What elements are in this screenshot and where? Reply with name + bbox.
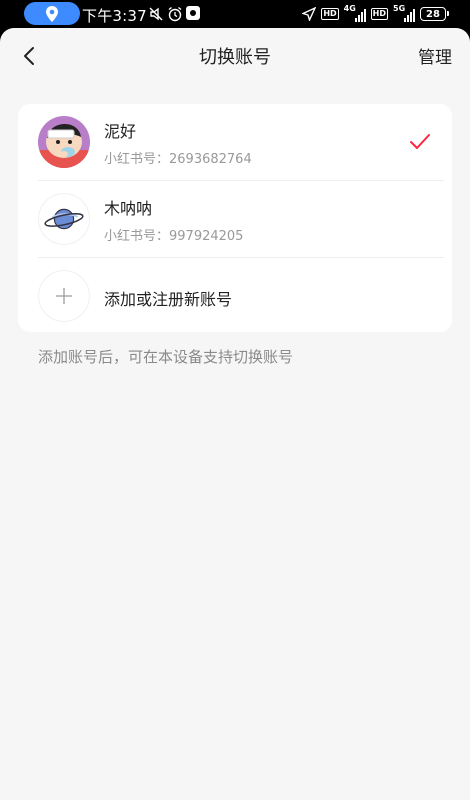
mute-icon: [149, 7, 163, 21]
checkmark-icon: [410, 134, 430, 149]
app-notification-icon: [186, 6, 200, 20]
location-indicator[interactable]: [24, 2, 80, 25]
status-right-group: HD 4G HD 5G 28: [302, 4, 449, 24]
location-pin-icon: [46, 5, 58, 22]
top-navigation: 切换账号 管理: [0, 28, 470, 86]
signal-4g: 4G: [344, 4, 366, 22]
account-id: 小红书号：997924205: [104, 229, 244, 244]
alarm-icon: [168, 6, 182, 22]
add-account-circle: [38, 270, 90, 322]
account-list-card: 泥好 小红书号：2693682764 木呐呐 小红书号：997924205 添加…: [18, 104, 452, 332]
add-account-button[interactable]: 添加或注册新账号: [18, 258, 452, 334]
account-item[interactable]: 泥好 小红书号：2693682764: [18, 104, 452, 180]
hint-text: 添加账号后，可在本设备支持切换账号: [38, 348, 294, 366]
avatar: [38, 193, 90, 245]
page-title: 切换账号: [199, 47, 271, 68]
signal-bars-icon: [354, 9, 366, 22]
hd-badge-2: HD: [370, 8, 388, 20]
signal-bars-icon: [404, 9, 415, 22]
battery-level: 28: [426, 8, 440, 20]
add-account-label: 添加或注册新账号: [104, 290, 233, 309]
manage-button[interactable]: 管理: [418, 43, 452, 68]
app-screen: 切换账号 管理 泥好 小红书号：2693682764 木呐呐 小红书号：9979…: [0, 28, 470, 800]
avatar: [38, 116, 90, 168]
status-time: 下午3:37: [82, 7, 147, 25]
status-bar: 下午3:37 HD 4G HD 5G 28: [0, 0, 470, 28]
account-name: 泥好: [104, 122, 137, 141]
hd-badge-1: HD: [321, 8, 339, 20]
plus-icon: [56, 288, 72, 304]
navigation-arrow-icon: [302, 7, 317, 21]
battery-icon: 28: [420, 7, 449, 21]
signal-5g: 5G: [393, 4, 415, 22]
account-id: 小红书号：2693682764: [104, 152, 252, 167]
cartoon-avatar-icon: [38, 116, 90, 168]
planet-avatar-icon: [44, 208, 84, 230]
account-item[interactable]: 木呐呐 小红书号：997924205: [18, 181, 452, 257]
account-name: 木呐呐: [104, 199, 153, 218]
